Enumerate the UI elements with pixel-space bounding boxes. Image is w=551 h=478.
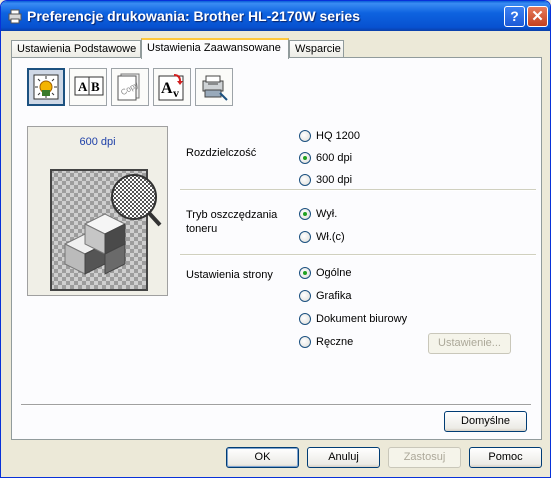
print-preview-image (50, 169, 162, 291)
divider (21, 404, 531, 406)
radio-button[interactable] (299, 290, 311, 302)
tab-advanced-settings[interactable]: Ustawienia Zaawansowane (141, 38, 289, 59)
radio-button-selected[interactable] (299, 152, 311, 164)
radio-button-selected[interactable] (299, 267, 311, 279)
tab-support[interactable]: Wsparcie (289, 40, 344, 58)
close-icon: ✕ (531, 8, 544, 25)
printer-icon (8, 9, 22, 24)
page-settings-button[interactable]: Ustawienie... (428, 333, 511, 354)
help-title-button[interactable]: ? (504, 6, 525, 27)
device-options-icon (202, 75, 228, 101)
svg-text:A: A (78, 79, 88, 94)
radio-button[interactable] (299, 231, 311, 243)
page-settings-label: Ustawienia strony (186, 269, 273, 281)
help-button[interactable]: Pomoc (469, 447, 542, 468)
advanced-settings-panel: A B Copy A v 600 dpi Rozdzielczość HQ 12… (11, 57, 542, 440)
device-options-button[interactable] (195, 68, 233, 106)
copy-button[interactable]: Copy (111, 68, 149, 106)
ab-layout-button[interactable]: A B (69, 68, 107, 106)
preview-box: 600 dpi (27, 126, 168, 296)
apply-button[interactable]: Zastosuj (388, 447, 461, 468)
svg-text:v: v (173, 86, 179, 100)
toner-option-label: Wył. (316, 208, 338, 220)
ok-button[interactable]: OK (226, 447, 299, 468)
radio-button[interactable] (299, 130, 311, 142)
font-ay-icon: A v (158, 74, 184, 101)
question-icon: ? (510, 8, 519, 24)
window-title: Preferencje drukowania: Brother HL-2170W… (27, 8, 361, 24)
copy-icon: Copy (117, 73, 140, 101)
print-quality-icon (33, 74, 59, 100)
toner-save-label: Tryb oszczędzania toneru (186, 208, 277, 236)
font-settings-button[interactable]: A v (153, 68, 191, 106)
divider (180, 254, 536, 256)
close-button[interactable]: ✕ (527, 6, 548, 27)
preview-resolution-label: 600 dpi (79, 136, 116, 148)
toner-save-label-line1: Tryb oszczędzania (186, 209, 278, 221)
radio-button[interactable] (299, 313, 311, 325)
toner-save-label-line2: toneru (186, 223, 218, 235)
radio-button-selected[interactable] (299, 208, 311, 220)
radio-button[interactable] (299, 174, 311, 186)
page-option-label: Grafika (316, 290, 352, 302)
ab-text-icon: A B (74, 76, 104, 96)
cancel-button[interactable]: Anuluj (307, 447, 380, 468)
page-option-label: Ogólne (316, 267, 352, 279)
defaults-button[interactable]: Domyślne (444, 411, 527, 432)
resolution-option-label: HQ 1200 (316, 130, 361, 142)
page-option-label: Ręczne (316, 336, 354, 348)
toner-option-label: Wł.(c) (316, 231, 345, 243)
page-option-label: Dokument biurowy (316, 313, 408, 325)
resolution-label: Rozdzielczość (186, 147, 257, 159)
divider (180, 189, 536, 191)
svg-text:B: B (91, 79, 100, 94)
svg-text:A: A (161, 80, 173, 97)
radio-button[interactable] (299, 336, 311, 348)
print-quality-button[interactable] (27, 68, 65, 106)
title-bar[interactable]: Preferencje drukowania: Brother HL-2170W… (1, 1, 550, 31)
resolution-option-label: 300 dpi (316, 174, 353, 186)
print-preferences-dialog: Preferencje drukowania: Brother HL-2170W… (0, 0, 551, 478)
tab-basic-settings[interactable]: Ustawienia Podstawowe (11, 40, 141, 58)
resolution-option-label: 600 dpi (316, 152, 353, 164)
